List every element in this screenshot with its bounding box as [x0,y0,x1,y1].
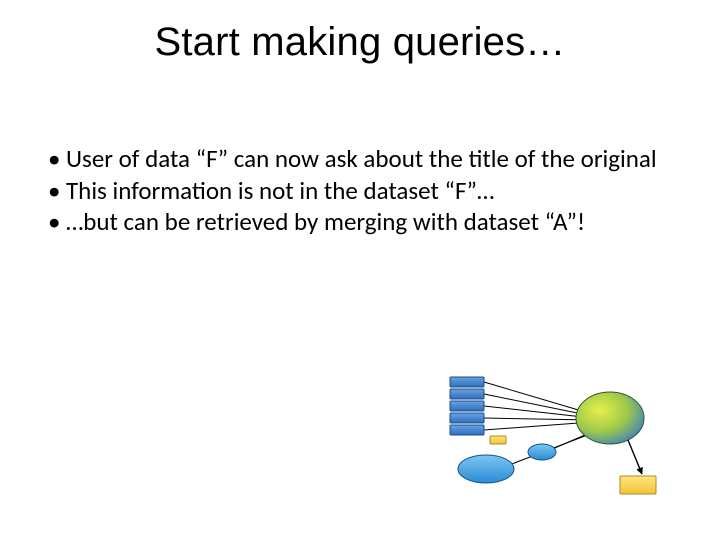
slide-title: Start making queries… [0,20,720,65]
bullet-dot-icon: • [48,144,66,174]
slide-body: • User of data “F” can now ask about the… [48,144,664,239]
diagram-illustration [442,372,662,502]
bullet-dot-icon: • [48,207,66,237]
bullet-item: • User of data “F” can now ask about the… [48,144,664,174]
bullet-text: …but can be retrieved by merging with da… [66,207,664,237]
bullet-item: • …but can be retrieved by merging with … [48,207,664,237]
bullet-item: • This information is not in the dataset… [48,176,664,206]
bullet-dot-icon: • [48,176,66,206]
bullet-text: This information is not in the dataset “… [66,176,664,206]
bullet-text: User of data “F” can now ask about the t… [66,144,664,174]
slide: Start making queries… • User of data “F”… [0,0,720,540]
